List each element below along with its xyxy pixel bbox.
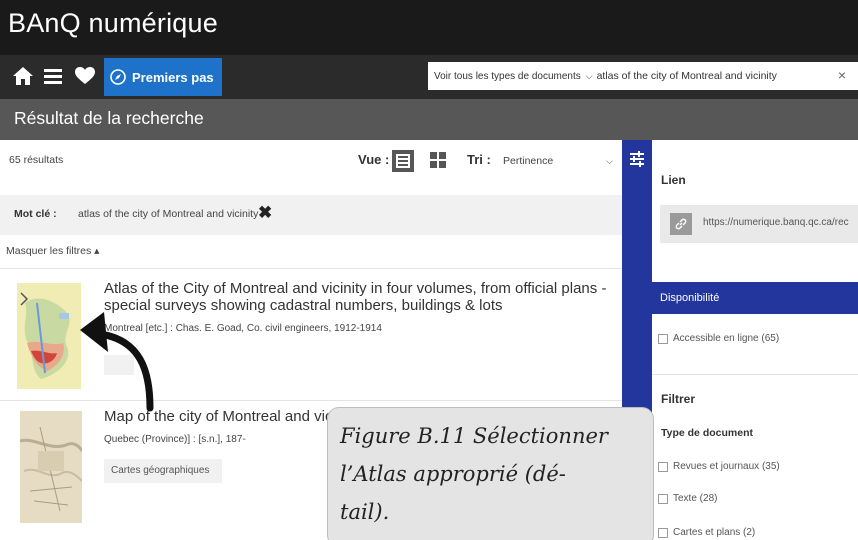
caption-line: l’Atlas approprié (dé- bbox=[340, 462, 566, 486]
figure-caption: Figure B.11 Sélectionner l’Atlas appropr… bbox=[327, 407, 654, 540]
caption-line: Figure B.11 Sélectionner bbox=[340, 424, 608, 448]
caption-line: tail). bbox=[340, 500, 390, 524]
